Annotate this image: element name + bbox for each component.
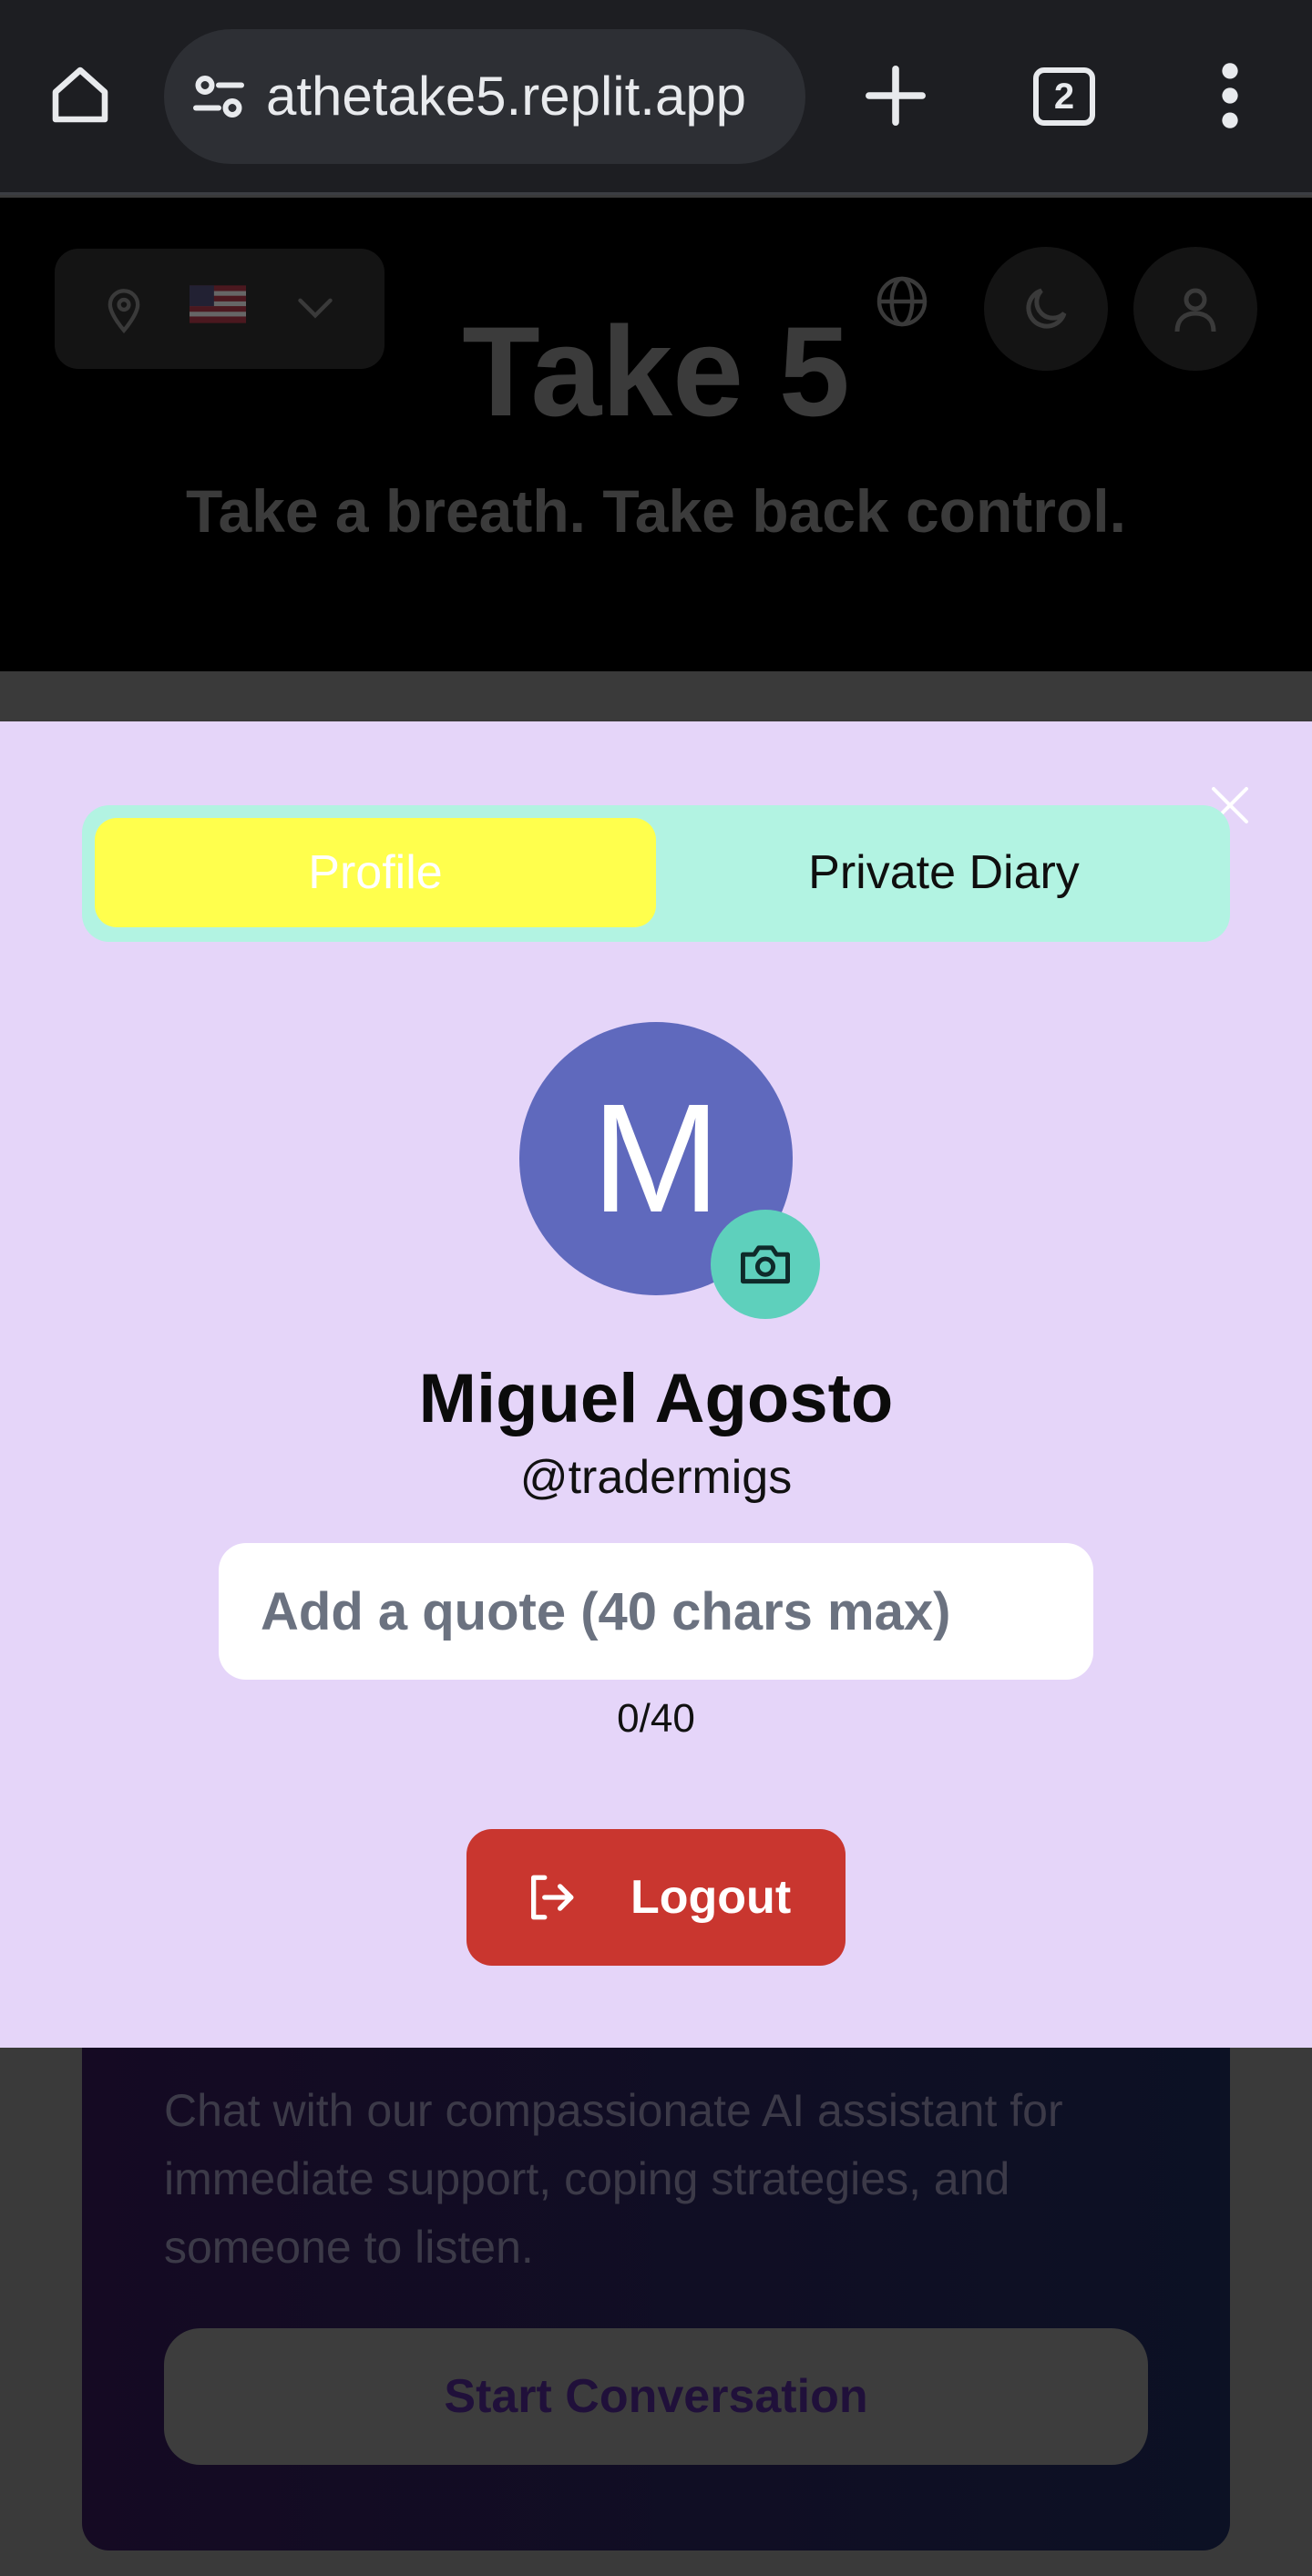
browser-toolbar: athetake5.replit.app 2 bbox=[0, 0, 1312, 195]
site-tagline: Take a breath. Take back control. bbox=[186, 477, 1126, 545]
user-icon bbox=[1174, 288, 1216, 332]
globe-icon[interactable] bbox=[875, 274, 929, 329]
tab-switcher-button[interactable]: 2 bbox=[1033, 67, 1095, 126]
account-button[interactable] bbox=[1133, 247, 1257, 371]
start-conversation-button[interactable]: Start Conversation bbox=[164, 2328, 1148, 2465]
new-tab-icon[interactable] bbox=[864, 64, 928, 128]
site-settings-icon[interactable] bbox=[191, 69, 246, 124]
moon-icon bbox=[1026, 288, 1067, 329]
card-description: Chat with our compassionate AI assistant… bbox=[164, 2085, 1063, 2273]
profile-handle: @tradermigs bbox=[519, 1451, 793, 1504]
address-bar[interactable]: athetake5.replit.app bbox=[164, 29, 805, 164]
logout-label: Logout bbox=[630, 1871, 792, 1924]
site-header: Take 5 Take a breath. Take back control. bbox=[0, 198, 1312, 671]
modal-tab-bar: Profile Private Diary bbox=[82, 805, 1230, 942]
profile-modal: Profile Private Diary M Miguel Agosto @t… bbox=[0, 721, 1312, 2048]
camera-icon bbox=[740, 1245, 790, 1284]
logout-icon bbox=[531, 1875, 574, 1920]
more-menu-icon[interactable] bbox=[1212, 62, 1248, 129]
tab-profile[interactable]: Profile bbox=[95, 818, 656, 927]
profile-name: Miguel Agosto bbox=[418, 1360, 894, 1437]
home-icon[interactable] bbox=[47, 62, 113, 128]
quote-input[interactable] bbox=[219, 1543, 1093, 1680]
logout-button[interactable]: Logout bbox=[466, 1829, 846, 1966]
change-photo-button[interactable] bbox=[711, 1210, 820, 1319]
url-text[interactable]: athetake5.replit.app bbox=[266, 29, 746, 164]
character-counter: 0/40 bbox=[617, 1696, 695, 1741]
site-title: Take 5 bbox=[462, 300, 850, 443]
tab-private-diary[interactable]: Private Diary bbox=[671, 818, 1217, 927]
theme-toggle-button[interactable] bbox=[984, 247, 1108, 371]
